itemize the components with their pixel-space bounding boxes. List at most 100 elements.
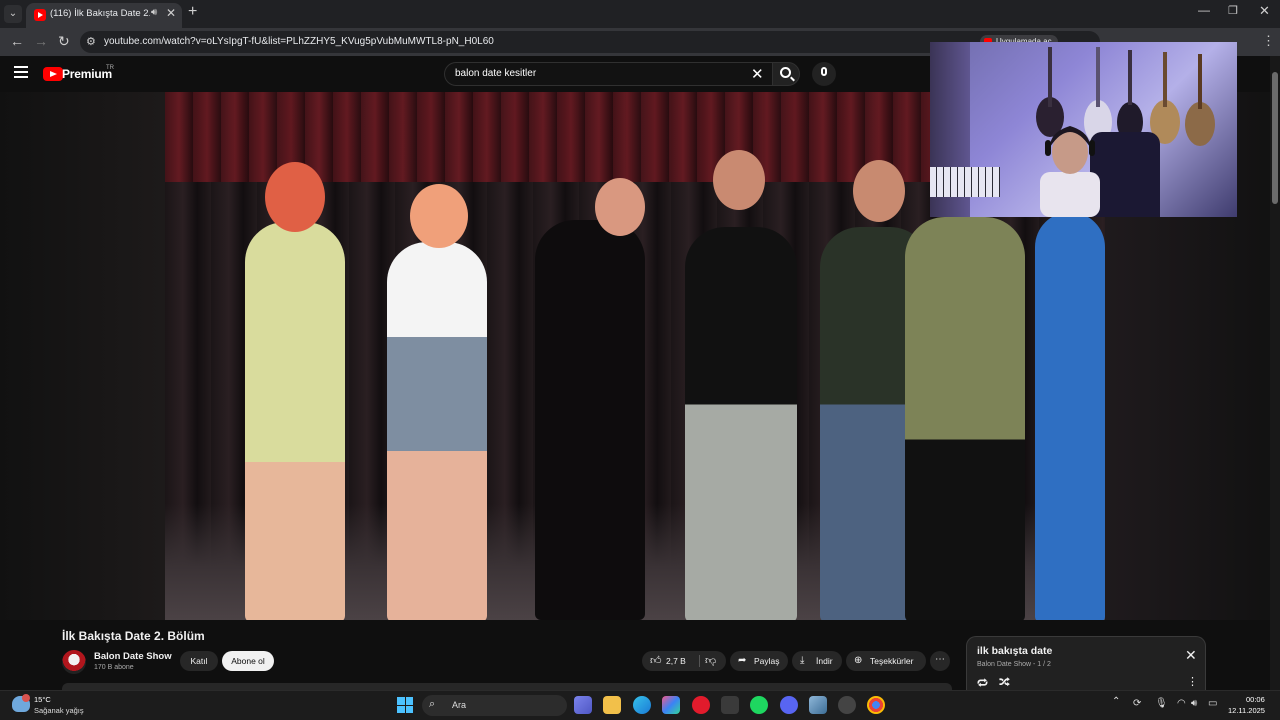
window-close-icon[interactable]: ✕ bbox=[1259, 3, 1270, 19]
shuffle-icon[interactable]: 🔀︎ bbox=[999, 674, 1010, 690]
description-box[interactable] bbox=[62, 683, 952, 690]
window-minimize-icon[interactable]: — bbox=[1198, 3, 1210, 17]
person-head bbox=[265, 162, 325, 232]
tab-title: (116) İlk Bakışta Date 2. Bö bbox=[50, 8, 150, 19]
weather-description[interactable]: Sağanak yağış bbox=[34, 706, 84, 715]
speaker-icon[interactable]: 🔊︎ bbox=[151, 7, 157, 18]
edge-icon[interactable] bbox=[633, 696, 651, 714]
person-figure bbox=[905, 217, 1025, 620]
person-figure bbox=[1035, 212, 1105, 620]
thanks-label: Teşekkürler bbox=[870, 656, 914, 666]
scrollbar-thumb[interactable] bbox=[1272, 72, 1278, 204]
download-icon: ⤓ bbox=[800, 655, 805, 666]
subscriber-count: 170 B abone bbox=[94, 664, 134, 671]
opera-icon[interactable] bbox=[692, 696, 710, 714]
share-label: Paylaş bbox=[754, 656, 780, 666]
windows-taskbar: 15°C Sağanak yağış ⌕ Ara ⌃ ⟳ 🎙︎ ◠ 🔊︎ ▭ 0… bbox=[0, 690, 1280, 720]
window-restore-icon[interactable]: ❐ bbox=[1228, 4, 1238, 17]
playlist-close-icon[interactable]: ✕ bbox=[1185, 647, 1197, 664]
person-head bbox=[853, 160, 905, 222]
playlist-subtitle: Balon Date Show - 1 / 2 bbox=[977, 661, 1051, 668]
thanks-button[interactable]: ⊕ Teşekkürler bbox=[846, 651, 926, 671]
taskbar-search[interactable]: ⌕ Ara bbox=[422, 695, 567, 716]
video-letterbox-left bbox=[0, 92, 165, 620]
chrome-icon[interactable] bbox=[867, 696, 885, 714]
file-explorer-icon[interactable] bbox=[603, 696, 621, 714]
search-input[interactable] bbox=[455, 68, 735, 79]
tab-search-button[interactable]: ⌄ bbox=[4, 5, 22, 23]
browser-menu-icon[interactable]: ⋮ bbox=[1262, 33, 1275, 49]
youtube-favicon-icon bbox=[34, 9, 46, 21]
menu-hamburger-icon[interactable] bbox=[14, 66, 28, 78]
channel-name[interactable]: Balon Date Show bbox=[94, 651, 172, 662]
tab-close-icon[interactable]: ✕ bbox=[166, 6, 176, 20]
more-actions-icon[interactable]: ⋯ bbox=[930, 651, 950, 671]
site-info-icon[interactable]: ⚙ bbox=[86, 35, 96, 48]
url-text[interactable]: youtube.com/watch?v=oLYsIpgT-fU&list=PLh… bbox=[104, 36, 494, 47]
divider bbox=[699, 655, 700, 667]
video-title: İlk Bakışta Date 2. Bölüm bbox=[62, 629, 205, 643]
loop-icon[interactable]: 🔁︎ bbox=[977, 675, 988, 691]
new-tab-icon[interactable]: + bbox=[188, 3, 197, 21]
clock-time[interactable]: 00:06 bbox=[1246, 695, 1265, 704]
sync-icon[interactable]: ⟳ bbox=[1133, 698, 1141, 709]
webcam-overlay bbox=[930, 42, 1237, 217]
like-dislike-group: 👍︎ 2,7 B 👎︎ bbox=[642, 651, 726, 671]
copilot-icon[interactable] bbox=[662, 696, 680, 714]
reload-icon[interactable]: ↻ bbox=[58, 33, 70, 50]
discord-icon[interactable] bbox=[780, 696, 798, 714]
download-button[interactable]: ⤓ İndir bbox=[792, 651, 842, 671]
person-figure bbox=[685, 227, 797, 620]
keyboard-instrument bbox=[930, 167, 1000, 197]
search-button[interactable] bbox=[772, 62, 800, 86]
thumbs-up-icon[interactable]: 👍︎ bbox=[650, 651, 662, 671]
clock-date[interactable]: 12.11.2025 bbox=[1228, 706, 1265, 715]
country-code: TR bbox=[106, 65, 114, 71]
search-icon bbox=[780, 67, 791, 78]
forward-arrow-icon[interactable]: → bbox=[34, 33, 48, 49]
youtube-logo-icon[interactable] bbox=[43, 67, 63, 81]
microphone-icon[interactable]: 🎙︎ bbox=[1155, 698, 1168, 709]
share-button[interactable]: ➦ Paylaş bbox=[730, 651, 788, 671]
microsoft-store-icon[interactable] bbox=[721, 696, 739, 714]
playlist-more-icon[interactable]: ⋮ bbox=[1187, 675, 1198, 688]
tray-expand-icon[interactable]: ⌃ bbox=[1112, 696, 1120, 707]
download-label: İndir bbox=[816, 656, 833, 666]
subscribe-button[interactable]: Abone ol bbox=[222, 651, 274, 671]
person-head bbox=[595, 178, 645, 236]
weather-temperature[interactable]: 15°C bbox=[34, 695, 51, 704]
voice-search-button[interactable] bbox=[812, 62, 836, 86]
join-button[interactable]: Katıl bbox=[180, 651, 218, 671]
app-icon[interactable] bbox=[809, 696, 827, 714]
windows-start-icon[interactable] bbox=[397, 697, 413, 713]
channel-avatar[interactable] bbox=[62, 650, 86, 674]
spotify-icon[interactable] bbox=[750, 696, 768, 714]
person-head bbox=[713, 150, 765, 210]
search-icon: ⌕ bbox=[429, 698, 436, 710]
steam-icon[interactable] bbox=[838, 696, 856, 714]
browser-tab-active[interactable]: (116) İlk Bakışta Date 2. Bö 🔊︎ ✕ bbox=[26, 3, 182, 28]
playlist-title[interactable]: ilk bakışta date bbox=[977, 645, 1052, 657]
back-arrow-icon[interactable]: ← bbox=[10, 33, 24, 49]
playlist-panel[interactable]: ilk bakışta date Balon Date Show - 1 / 2… bbox=[966, 636, 1206, 690]
search-box[interactable]: ✕ bbox=[444, 62, 772, 86]
super-thanks-icon: ⊕ bbox=[854, 655, 863, 666]
streamer-figure bbox=[1040, 126, 1100, 217]
page-scrollbar[interactable] bbox=[1270, 56, 1280, 690]
microphone-icon bbox=[821, 67, 827, 76]
person-figure bbox=[245, 222, 345, 620]
weather-alert-badge bbox=[22, 694, 30, 702]
person-head bbox=[410, 184, 468, 248]
wifi-icon[interactable]: ◠ bbox=[1177, 698, 1186, 709]
volume-icon[interactable]: 🔊︎ bbox=[1191, 698, 1197, 709]
share-arrow-icon: ➦ bbox=[738, 655, 747, 666]
clear-search-icon[interactable]: ✕ bbox=[751, 65, 764, 83]
youtube-premium-wordmark[interactable]: Premium bbox=[62, 67, 112, 81]
taskbar-search-placeholder: Ara bbox=[452, 700, 467, 710]
person-figure bbox=[387, 242, 487, 620]
browser-tab-strip: ⌄ (116) İlk Bakışta Date 2. Bö 🔊︎ ✕ + — … bbox=[0, 0, 1280, 28]
battery-icon[interactable]: ▭ bbox=[1208, 698, 1217, 709]
thumbs-down-icon[interactable]: 👎︎ bbox=[705, 651, 716, 671]
like-count[interactable]: 2,7 B bbox=[666, 651, 686, 671]
teams-icon[interactable] bbox=[574, 696, 592, 714]
